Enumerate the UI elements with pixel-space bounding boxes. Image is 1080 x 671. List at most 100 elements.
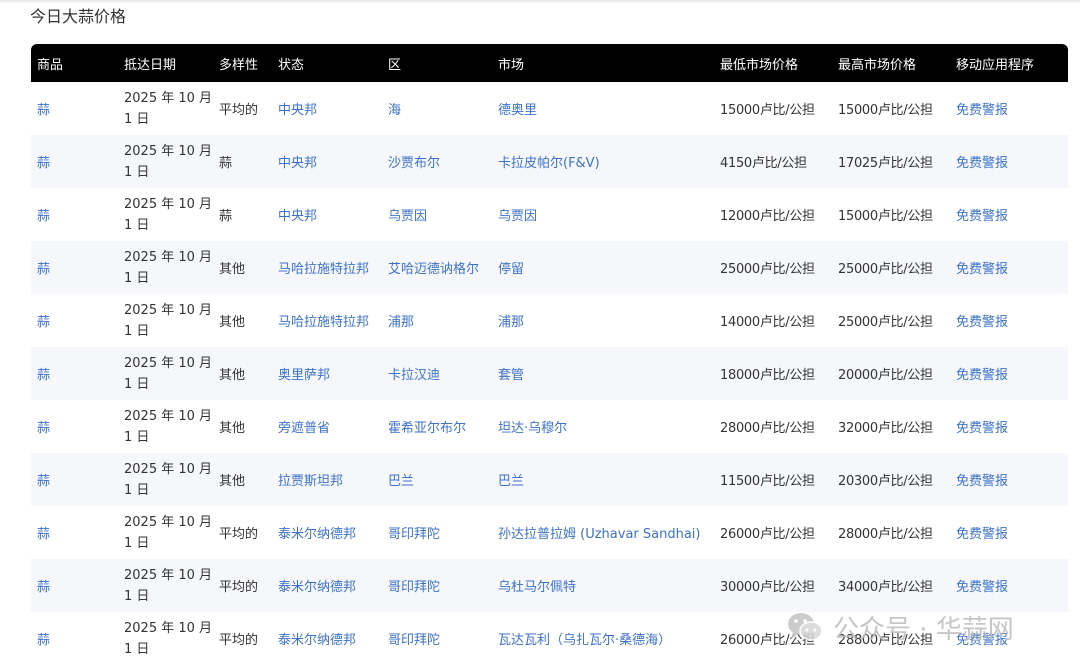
column-header-market[interactable]: 市场 [492,44,714,82]
arrival-date-line2: 1 日 [124,641,150,657]
top-border [0,0,1080,4]
max-price-cell: 28800卢比/公担 [838,633,933,648]
variety-cell: 其他 [219,262,246,277]
min-price-cell: 11500卢比/公担 [720,474,815,489]
min-price-cell: 14000卢比/公担 [720,315,815,330]
max-price-cell: 28000卢比/公担 [838,527,933,542]
table-row: 蒜 2025 年 10 月 1 日 平均的 泰米尔纳德邦 哥印拜陀 瓦达瓦利（乌扎瓦尔·桑德… [31,612,1068,665]
arrival-date-cell: 2025 年 10 月 1 日 [118,506,213,559]
free-alert-link[interactable]: 免费警报 [950,453,1068,506]
column-header-min-price[interactable]: 最低市场价格 [714,44,832,82]
state-link[interactable]: 拉贾斯坦邦 [272,453,382,506]
state-link[interactable]: 中央邦 [272,188,382,241]
state-link[interactable]: 中央邦 [272,82,382,135]
free-alert-link[interactable]: 免费警报 [950,612,1068,665]
free-alert-link[interactable]: 免费警报 [950,135,1068,188]
market-link[interactable]: 浦那 [492,294,714,347]
market-link[interactable]: 套管 [492,347,714,400]
state-link[interactable]: 泰米尔纳德邦 [272,559,382,612]
column-header-max-price[interactable]: 最高市场价格 [832,44,950,82]
column-header-state[interactable]: 状态 [272,44,382,82]
max-price-cell: 32000卢比/公担 [838,421,933,436]
state-link[interactable]: 马哈拉施特拉邦 [272,241,382,294]
commodity-link[interactable]: 蒜 [31,347,118,400]
district-link[interactable]: 乌贾因 [382,188,492,241]
market-link[interactable]: 卡拉皮帕尔(F&V) [492,135,714,188]
arrival-date-cell: 2025 年 10 月 1 日 [118,294,213,347]
district-link[interactable]: 沙贾布尔 [382,135,492,188]
column-header-variety[interactable]: 多样性 [213,44,272,82]
arrival-date-line2: 1 日 [124,482,150,498]
state-link[interactable]: 马哈拉施特拉邦 [272,294,382,347]
free-alert-link[interactable]: 免费警报 [950,82,1068,135]
variety-cell: 平均的 [219,633,259,648]
commodity-link[interactable]: 蒜 [31,188,118,241]
commodity-link[interactable]: 蒜 [31,241,118,294]
column-header-district[interactable]: 区 [382,44,492,82]
arrival-date-line2: 1 日 [124,323,150,339]
commodity-link[interactable]: 蒜 [31,294,118,347]
market-link[interactable]: 德奥里 [492,82,714,135]
column-header-commodity[interactable]: 商品 [31,44,118,82]
market-link[interactable]: 孙达拉普拉姆 (Uzhavar Sandhai) [492,506,714,559]
variety-cell: 其他 [219,474,246,489]
arrival-date-line1: 2025 年 10 月 [124,143,213,159]
district-link[interactable]: 艾哈迈德讷格尔 [382,241,492,294]
free-alert-link[interactable]: 免费警报 [950,294,1068,347]
variety-cell: 其他 [219,421,246,436]
commodity-link[interactable]: 蒜 [31,82,118,135]
arrival-date-cell: 2025 年 10 月 1 日 [118,612,213,665]
free-alert-link[interactable]: 免费警报 [950,188,1068,241]
district-link[interactable]: 巴兰 [382,453,492,506]
state-link[interactable]: 泰米尔纳德邦 [272,612,382,665]
state-link[interactable]: 中央邦 [272,135,382,188]
free-alert-link[interactable]: 免费警报 [950,400,1068,453]
market-link[interactable]: 坦达·乌穆尔 [492,400,714,453]
district-link[interactable]: 哥印拜陀 [382,506,492,559]
arrival-date-cell: 2025 年 10 月 1 日 [118,241,213,294]
free-alert-link[interactable]: 免费警报 [950,241,1068,294]
state-link[interactable]: 泰米尔纳德邦 [272,506,382,559]
variety-cell: 平均的 [219,580,259,595]
commodity-link[interactable]: 蒜 [31,506,118,559]
district-link[interactable]: 海 [382,82,492,135]
commodity-link[interactable]: 蒜 [31,612,118,665]
arrival-date-line2: 1 日 [124,217,150,233]
column-header-arrival-date[interactable]: 抵达日期 [118,44,213,82]
table-row: 蒜 2025 年 10 月 1 日 平均的 泰米尔纳德邦 哥印拜陀 乌杜马尔佩特 30000卢… [31,559,1068,612]
commodity-link[interactable]: 蒜 [31,559,118,612]
max-price-cell: 20300卢比/公担 [838,474,933,489]
arrival-date-line1: 2025 年 10 月 [124,90,213,106]
district-link[interactable]: 哥印拜陀 [382,559,492,612]
district-link[interactable]: 霍希亚尔布尔 [382,400,492,453]
arrival-date-line1: 2025 年 10 月 [124,196,213,212]
column-header-mobile-app[interactable]: 移动应用程序 [950,44,1068,82]
arrival-date-line2: 1 日 [124,270,150,286]
district-link[interactable]: 哥印拜陀 [382,612,492,665]
max-price-cell: 20000卢比/公担 [838,368,933,383]
free-alert-link[interactable]: 免费警报 [950,506,1068,559]
min-price-cell: 28000卢比/公担 [720,421,815,436]
commodity-link[interactable]: 蒜 [31,400,118,453]
market-link[interactable]: 停留 [492,241,714,294]
page-title: 今日大蒜价格 [30,7,127,26]
variety-cell: 其他 [219,315,246,330]
state-link[interactable]: 旁遮普省 [272,400,382,453]
market-link[interactable]: 巴兰 [492,453,714,506]
price-table: 商品 抵达日期 多样性 状态 区 市场 最低市场价格 最高市场价格 移动应用程序… [31,44,1068,665]
state-link[interactable]: 奥里萨邦 [272,347,382,400]
page: 今日大蒜价格 商品 抵达日期 多样性 状态 区 市场 最低市场价格 最高市场价格 [0,0,1080,671]
free-alert-link[interactable]: 免费警报 [950,347,1068,400]
table-row: 蒜 2025 年 10 月 1 日 其他 马哈拉施特拉邦 艾哈迈德讷格尔 停留 25000卢比… [31,241,1068,294]
market-link[interactable]: 乌贾因 [492,188,714,241]
free-alert-link[interactable]: 免费警报 [950,559,1068,612]
arrival-date-cell: 2025 年 10 月 1 日 [118,453,213,506]
district-link[interactable]: 卡拉汉迪 [382,347,492,400]
commodity-link[interactable]: 蒜 [31,453,118,506]
market-link[interactable]: 乌杜马尔佩特 [492,559,714,612]
market-link[interactable]: 瓦达瓦利（乌扎瓦尔·桑德海） [492,612,714,665]
min-price-cell: 25000卢比/公担 [720,262,815,277]
district-link[interactable]: 浦那 [382,294,492,347]
variety-cell: 平均的 [219,527,259,542]
commodity-link[interactable]: 蒜 [31,135,118,188]
